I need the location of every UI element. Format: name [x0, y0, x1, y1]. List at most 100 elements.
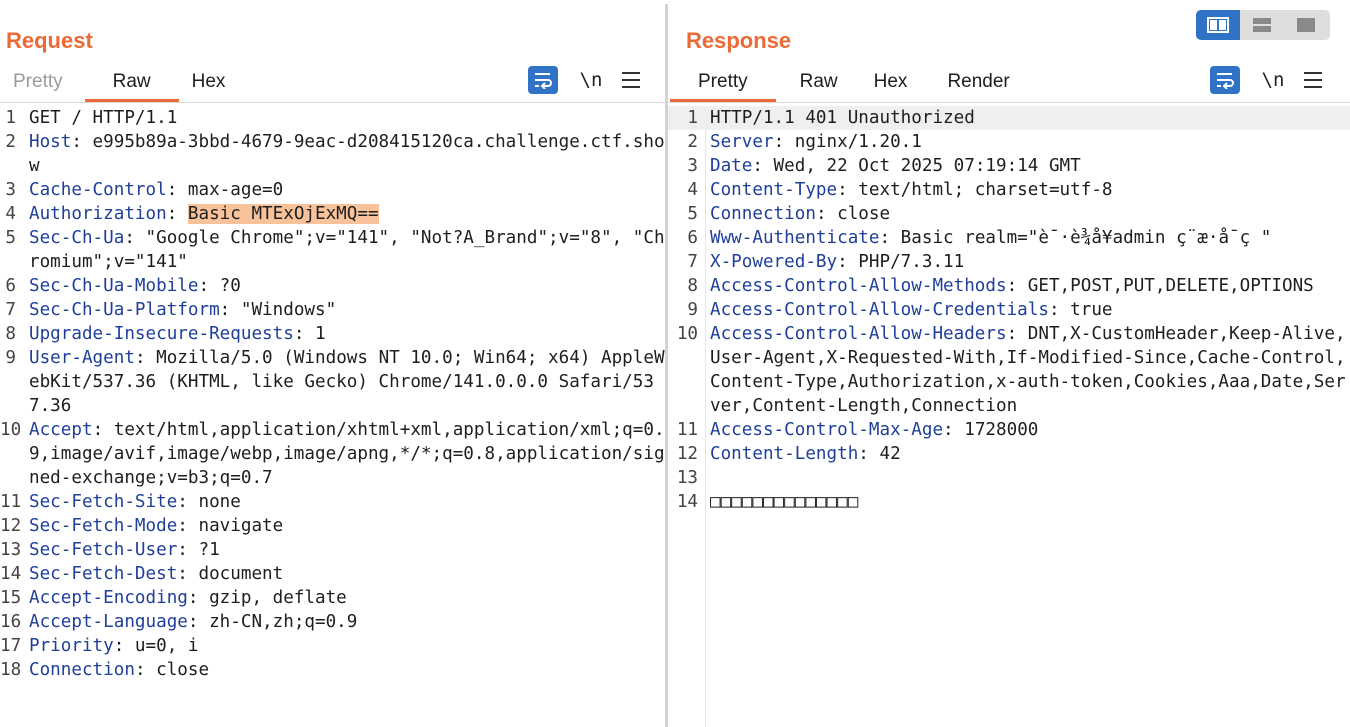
- header-name: Content-Type: [710, 180, 838, 200]
- line-content: Sec-Fetch-User: ?1: [29, 538, 665, 562]
- line-number: 12: [0, 516, 22, 536]
- header-separator: :: [752, 156, 763, 176]
- line-content: Sec-Fetch-Dest: document: [29, 562, 665, 586]
- response-tab-hex[interactable]: Hex: [850, 64, 920, 100]
- header-value: e995b89a-3bbd-4679-9eac-d208415120ca.cha…: [29, 132, 665, 176]
- header-name: Accept-Language: [29, 612, 188, 632]
- line-number: 10: [676, 324, 698, 344]
- request-code-line: 8 Upgrade-Insecure-Requests: 1: [0, 322, 665, 346]
- header-name: Authorization: [29, 204, 167, 224]
- response-wrap-button[interactable]: [1210, 66, 1240, 94]
- line-number: 15: [0, 588, 22, 608]
- request-tab-hex[interactable]: Hex: [179, 64, 239, 100]
- request-toolbar: \n: [528, 66, 640, 94]
- header-separator: :: [177, 564, 188, 584]
- header-name: Date: [710, 156, 753, 176]
- hamburger-menu-icon[interactable]: [622, 72, 640, 88]
- request-code-line: 7 Sec-Ch-Ua-Platform: "Windows": [0, 298, 665, 322]
- header-value: none: [187, 492, 241, 512]
- header-value: [177, 204, 188, 224]
- request-code-line: 2 Host: e995b89a-3bbd-4679-9eac-d20841512…: [0, 130, 665, 178]
- header-separator: :: [187, 588, 199, 608]
- line-number: 9: [687, 300, 698, 320]
- line-number: 12: [676, 444, 698, 464]
- response-tab-raw[interactable]: Raw: [776, 64, 850, 100]
- hamburger-menu-icon[interactable]: [1304, 72, 1322, 88]
- response-code-line: 4 Content-Type: text/html; charset=utf-8: [668, 178, 1350, 202]
- request-code-line: 16 Accept-Language: zh-CN,zh;q=0.9: [0, 610, 665, 634]
- header-name: Priority: [29, 636, 114, 656]
- header-value: 1728000: [953, 420, 1039, 440]
- request-tab-pretty[interactable]: Pretty: [0, 64, 85, 100]
- header-value: 42: [868, 444, 901, 464]
- response-tab-pretty[interactable]: Pretty: [670, 64, 776, 102]
- request-editor[interactable]: 1 GET / HTTP/1.1 2 Host: e995b89a-3bbd-4679…: [0, 106, 665, 727]
- response-code-line: 2 Server: nginx/1.20.1: [668, 130, 1350, 154]
- header-name: X-Powered-By: [710, 252, 838, 272]
- response-code-line: 9 Access-Control-Allow-Credentials: true: [668, 298, 1350, 322]
- header-value: □□□□□□□□□□□□□□: [710, 492, 859, 512]
- line-content: Cache-Control: max-age=0: [29, 178, 665, 202]
- line-content: □□□□□□□□□□□□□□: [710, 490, 1350, 514]
- request-code-line: 15 Accept-Encoding: gzip, deflate: [0, 586, 665, 610]
- header-separator: :: [837, 180, 848, 200]
- header-separator: :: [92, 420, 104, 440]
- line-number: 3: [5, 180, 16, 200]
- header-value: close: [145, 660, 210, 680]
- response-code-line: 14 □□□□□□□□□□□□□□: [668, 490, 1350, 514]
- request-pane: Request Pretty Raw Hex \n 1 GET / HTTP/1.…: [0, 0, 665, 727]
- line-number: 5: [687, 204, 698, 224]
- header-separator: :: [858, 444, 869, 464]
- response-newline-toggle[interactable]: \n: [1260, 69, 1286, 91]
- header-value: true: [1059, 300, 1113, 320]
- response-tab-render[interactable]: Render: [919, 64, 1021, 100]
- header-name: Host: [29, 132, 72, 152]
- header-separator: :: [166, 204, 178, 224]
- header-name: Sec-Fetch-Mode: [29, 516, 178, 536]
- header-value: 1: [304, 324, 326, 344]
- header-value: GET,POST,PUT,DELETE,OPTIONS: [1017, 276, 1314, 296]
- header-name: Sec-Fetch-User: [29, 540, 178, 560]
- header-value: PHP/7.3.11: [847, 252, 965, 272]
- header-name: Content-Length: [710, 444, 859, 464]
- header-name: Sec-Ch-Ua-Platform: [29, 300, 220, 320]
- line-number: 10: [0, 420, 22, 440]
- request-code-line: 10 Accept: text/html,application/xhtml+xm…: [0, 418, 665, 490]
- request-newline-toggle[interactable]: \n: [578, 69, 604, 91]
- header-separator: :: [71, 132, 82, 152]
- line-content: X-Powered-By: PHP/7.3.11: [710, 250, 1350, 274]
- selected-text-highlight[interactable]: Basic MTExOjExMQ==: [187, 204, 379, 224]
- line-content: Host: e995b89a-3bbd-4679-9eac-d208415120…: [29, 130, 665, 178]
- header-separator: :: [293, 324, 305, 344]
- request-tab-raw[interactable]: Raw: [84, 64, 179, 102]
- header-separator: :: [177, 540, 188, 560]
- line-content: User-Agent: Mozilla/5.0 (Windows NT 10.0…: [29, 346, 665, 418]
- response-toolbar: \n: [1210, 66, 1322, 94]
- line-content: Priority: u=0, i: [29, 634, 665, 658]
- header-name: Cache-Control: [29, 180, 167, 200]
- header-name: Accept-Encoding: [29, 588, 188, 608]
- header-value: nginx/1.20.1: [784, 132, 922, 152]
- line-content: Server: nginx/1.20.1: [710, 130, 1350, 154]
- request-wrap-button[interactable]: [528, 66, 558, 94]
- line-content: Accept: text/html,application/xhtml+xml,…: [29, 418, 665, 490]
- line-number: 4: [687, 180, 698, 200]
- header-separator: :: [815, 204, 827, 224]
- line-content: Accept-Language: zh-CN,zh;q=0.9: [29, 610, 665, 634]
- response-editor[interactable]: 1 HTTP/1.1 401 Unauthorized 2 Server: nginx…: [668, 106, 1350, 727]
- header-separator: :: [879, 228, 891, 248]
- header-separator: :: [773, 132, 785, 152]
- response-code-line: 6 Www-Authenticate: Basic realm="è¯·è¾å¥a…: [668, 226, 1350, 250]
- response-tabs: Pretty Raw Hex Render: [670, 64, 1022, 102]
- header-value: ?1: [187, 540, 220, 560]
- header-name: Sec-Ch-Ua: [29, 228, 125, 248]
- header-name: Www-Authenticate: [710, 228, 880, 248]
- line-content: Content-Length: 42: [710, 442, 1350, 466]
- header-value: gzip, deflate: [198, 588, 347, 608]
- line-number: 5: [5, 228, 16, 248]
- response-title: Response: [686, 28, 792, 53]
- line-number: 7: [687, 252, 698, 272]
- line-content: Access-Control-Allow-Headers: DNT,X-Cust…: [710, 322, 1350, 418]
- request-code-line: 5 Sec-Ch-Ua: "Google Chrome";v="141", "No…: [0, 226, 665, 274]
- line-number: 13: [0, 540, 22, 560]
